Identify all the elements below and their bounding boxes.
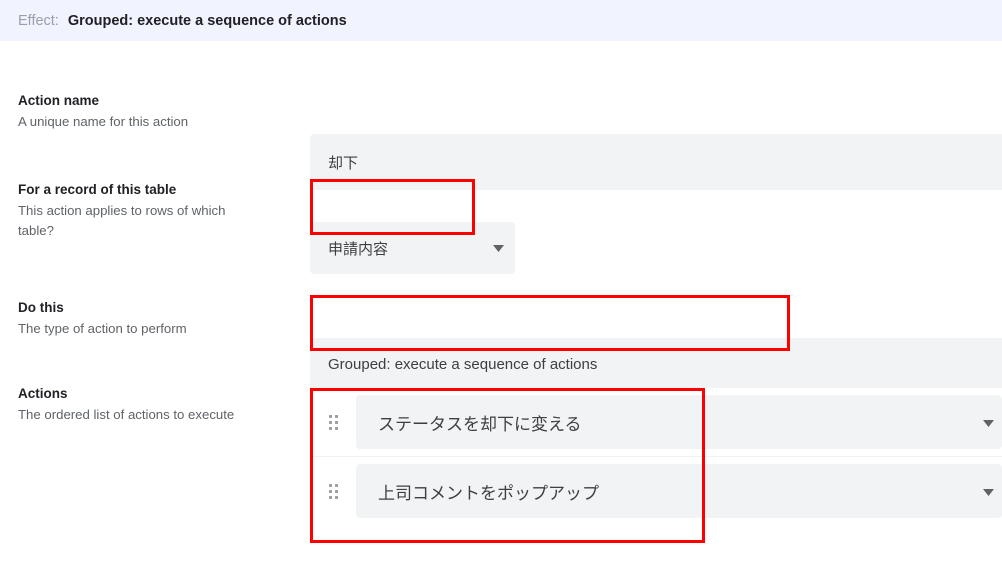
effect-header: Effect: Grouped: execute a sequence of a… [0, 0, 1002, 41]
form-area: Action name A unique name for this actio… [0, 41, 1002, 564]
do-this-select[interactable]: Grouped: execute a sequence of actions [310, 338, 1002, 390]
chevron-down-icon[interactable] [983, 481, 994, 501]
field-label-table: For a record of this table This action a… [18, 180, 258, 240]
chevron-down-icon[interactable] [481, 244, 515, 252]
field-description: A unique name for this action [18, 114, 189, 129]
field-title: Action name [18, 93, 100, 108]
field-title: Actions [18, 386, 68, 401]
drag-handle-icon[interactable] [310, 414, 356, 430]
field-title: For a record of this table [18, 182, 177, 197]
action-list-item[interactable]: ステータスを却下に変える [310, 388, 1002, 456]
drag-handle-icon[interactable] [310, 483, 356, 499]
field-label-actions: Actions The ordered list of actions to e… [18, 384, 258, 425]
field-label-do-this: Do this The type of action to perform [18, 298, 258, 339]
field-label-action-name: Action name A unique name for this actio… [18, 91, 258, 132]
field-description: This action applies to rows of which tab… [18, 203, 226, 238]
effect-label: Effect: [18, 12, 59, 29]
field-title: Do this [18, 300, 64, 315]
action-item-value: ステータスを却下に変える [378, 414, 582, 434]
table-select[interactable]: 申請内容 [310, 222, 515, 274]
field-description: The ordered list of actions to execute [18, 407, 235, 422]
actions-list: ステータスを却下に変える 上司コメントをポップアップ [310, 388, 1002, 525]
action-item-select[interactable]: ステータスを却下に変える [356, 395, 1002, 449]
table-select-value: 申請内容 [328, 240, 389, 258]
action-list-item[interactable]: 上司コメントをポップアップ [310, 456, 1002, 525]
field-description: The type of action to perform [18, 321, 187, 336]
effect-value: Grouped: execute a sequence of actions [67, 12, 347, 29]
chevron-down-icon[interactable] [983, 412, 994, 432]
do-this-select-value: Grouped: execute a sequence of actions [328, 355, 598, 373]
action-item-select[interactable]: 上司コメントをポップアップ [356, 464, 1002, 518]
action-item-value: 上司コメントをポップアップ [378, 483, 599, 503]
